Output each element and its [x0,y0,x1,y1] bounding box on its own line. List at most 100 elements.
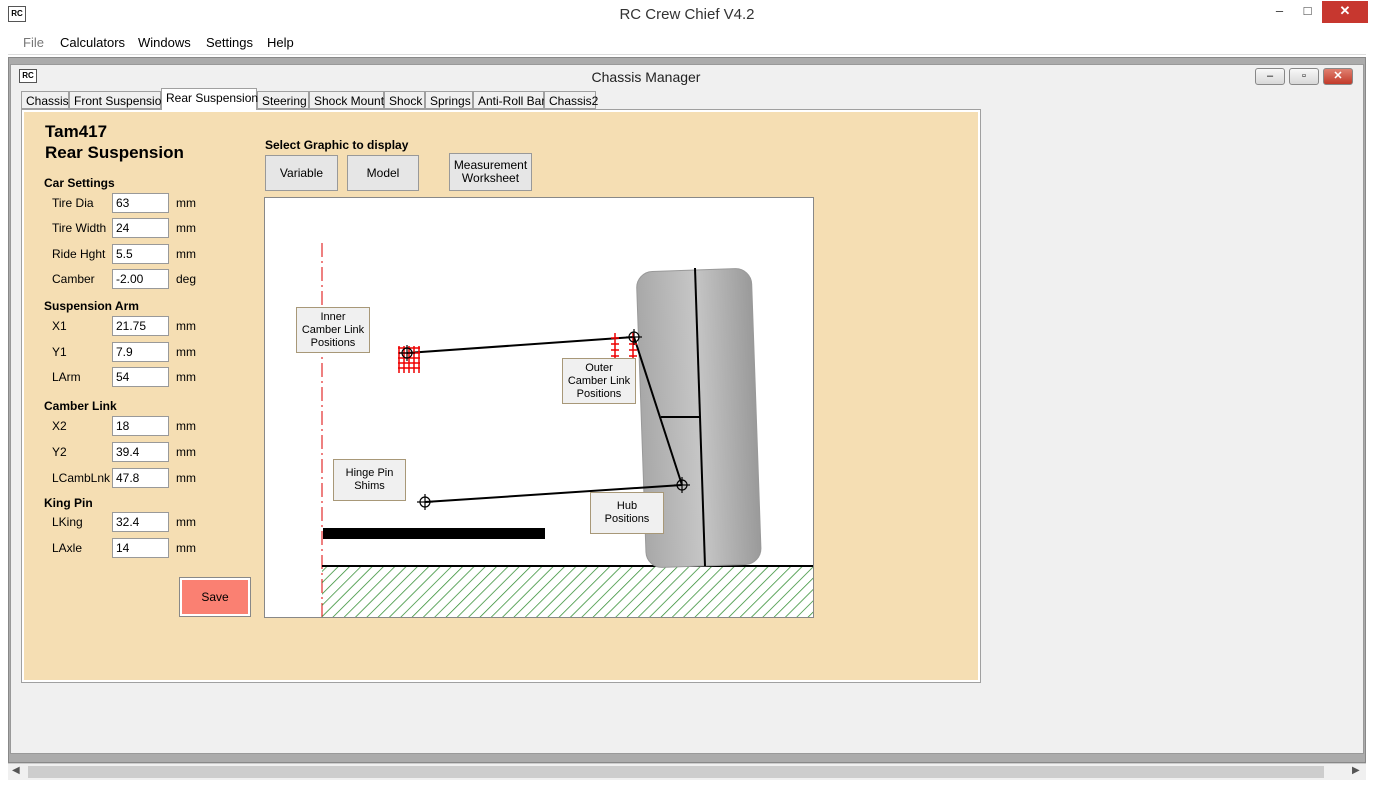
child-minimize-button[interactable]: – [1255,68,1285,85]
close-button[interactable]: ✕ [1322,1,1368,23]
y1-input[interactable] [112,342,169,362]
y2-input[interactable] [112,442,169,462]
y1-unit: mm [176,345,196,359]
app-titlebar: RC RC Crew Chief V4.2 – □ ✕ [0,0,1374,31]
child-maximize-button[interactable]: ▫ [1289,68,1319,85]
scroll-left-arrow-icon[interactable]: ◀ [12,765,20,776]
camber-link-line [406,336,635,354]
section-king-pin: King Pin [44,496,93,510]
menu-bar: File Calculators Windows Settings Help [8,31,1366,55]
outer-callout-line3: Positions [576,387,622,400]
x2-input[interactable] [112,416,169,436]
tab-steering[interactable]: Steering [257,91,309,109]
lking-unit: mm [176,515,196,529]
tire-width-label: Tire Width [52,221,107,235]
outer-callout-line2: Camber Link [567,374,631,387]
inner-callout-line3: Positions [310,336,356,349]
y2-label: Y2 [52,445,67,459]
hinge-callout-line1: Hinge Pin [345,467,394,479]
hinge-pin-shims-callout[interactable]: Hinge Pin Shims [333,459,406,501]
maximize-button[interactable]: □ [1293,1,1322,23]
model-button[interactable]: Model [347,155,419,191]
rear-suspension-graphic: Inner Camber Link Positions Outer Camber… [264,197,814,618]
camber-unit: deg [176,272,197,286]
x2-label: X2 [52,419,67,433]
select-graphic-label: Select Graphic to display [265,138,409,152]
laxle-label: LAxle [52,541,83,555]
tire-dia-input[interactable] [112,193,169,213]
child-window-title: Chassis Manager [591,69,701,85]
tire-width-input[interactable] [112,218,169,238]
tab-shock[interactable]: Shock [384,91,425,109]
y1-label: Y1 [52,345,67,359]
tab-shock-mount[interactable]: Shock Mount [309,91,384,109]
measurement-worksheet-button[interactable]: Measurement Worksheet [449,153,532,191]
tab-panel: Tam417 Rear Suspension Car Settings Tire… [21,109,981,683]
menu-calculators[interactable]: Calculators [60,35,125,50]
x2-unit: mm [176,419,196,433]
x1-label: X1 [52,319,67,333]
tire-width-unit: mm [176,221,196,235]
menu-help[interactable]: Help [267,35,294,50]
laxle-input[interactable] [112,538,169,558]
menu-settings[interactable]: Settings [206,35,253,50]
ride-hght-input[interactable] [112,244,169,264]
chassis-manager-window: RC Chassis Manager – ▫ ✕ Chassis Front S… [10,64,1364,754]
inner-callout-line1: Inner [320,310,346,323]
section-camber-link: Camber Link [44,399,117,413]
inner-camber-link-callout[interactable]: Inner Camber Link Positions [296,307,370,353]
camber-label: Camber [52,272,95,286]
ride-hght-unit: mm [176,247,196,261]
section-suspension-arm: Suspension Arm [44,299,139,313]
child-close-button[interactable]: ✕ [1323,68,1353,85]
hub-callout-line2: Positions [604,513,650,525]
page-title: Rear Suspension [45,143,184,162]
scrollbar-thumb[interactable] [28,766,1324,778]
minimize-button[interactable]: – [1265,1,1294,23]
save-button[interactable]: Save [179,577,251,617]
variable-button[interactable]: Variable [265,155,338,191]
lking-input[interactable] [112,512,169,532]
rear-suspension-panel: Tam417 Rear Suspension Car Settings Tire… [24,112,978,680]
outer-callout-line1: Outer [585,361,613,374]
larm-input[interactable] [112,367,169,387]
camber-input[interactable] [112,269,169,289]
tab-springs[interactable]: Springs [425,91,473,109]
lcamblnk-unit: mm [176,471,196,485]
hub-positions-callout[interactable]: Hub Positions [590,492,664,534]
car-name: Tam417 [45,122,108,141]
tab-chassis[interactable]: Chassis [21,91,69,109]
larm-unit: mm [176,370,196,384]
section-car-settings: Car Settings [44,176,115,190]
chassis-plate [323,528,545,539]
x1-input[interactable] [112,316,169,336]
tire-dia-label: Tire Dia [52,196,94,210]
inner-link-positions-grid [398,346,420,373]
x1-unit: mm [176,319,196,333]
outer-camber-link-callout[interactable]: Outer Camber Link Positions [562,358,636,404]
hinge-callout-line2: Shims [354,480,385,492]
lcamblnk-input[interactable] [112,468,169,488]
tab-anti-roll-bar[interactable]: Anti-Roll Bar [473,91,545,109]
lking-label: LKing [52,515,83,529]
tab-rear-suspension[interactable]: Rear Suspension [161,88,258,110]
y2-unit: mm [176,445,196,459]
suspension-diagram [321,243,813,617]
larm-label: LArm [52,370,81,384]
measurement-worksheet-line2: Worksheet [461,171,520,185]
app-title: RC Crew Chief V4.2 [619,6,755,23]
tab-chassis2[interactable]: Chassis2 [544,91,598,109]
inner-callout-line2: Camber Link [301,323,365,336]
menu-file[interactable]: File [23,35,44,50]
hub-callout-line1: Hub [616,500,638,512]
scroll-right-arrow-icon[interactable]: ▶ [1352,765,1360,776]
horizontal-scrollbar[interactable]: ◀ ▶ [8,763,1366,780]
tab-front-suspension[interactable]: Front Suspension [69,91,168,109]
menu-windows[interactable]: Windows [138,35,191,50]
lcamblnk-label: LCambLnk [52,471,111,485]
ride-hght-label: Ride Hght [52,247,106,261]
hinge-pin-marker [417,494,433,510]
tire-dia-unit: mm [176,196,196,210]
ground-hatch [322,566,813,617]
laxle-unit: mm [176,541,196,555]
